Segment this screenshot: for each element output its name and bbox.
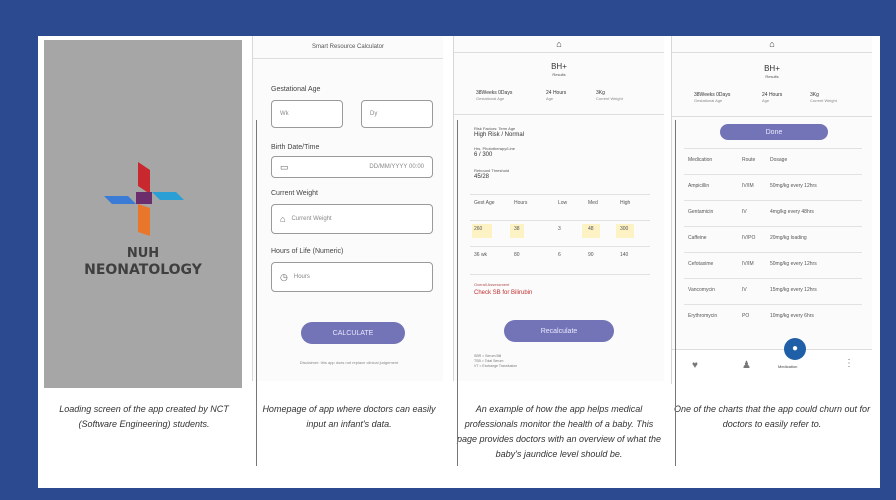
nuh-logo-icon xyxy=(104,162,184,236)
table-row: Erythromycin PO 10mg/kg every 6hrs xyxy=(684,304,862,327)
rebound-value: 45/28 xyxy=(474,174,490,180)
days-input[interactable]: Dy xyxy=(361,100,433,128)
home-icon[interactable]: ⌂ xyxy=(454,39,664,49)
loading-screen: NUH NEONATOLOGY xyxy=(44,40,242,388)
gestational-age-label: Gestational Age xyxy=(271,86,321,93)
calculator-screen: Smart Resource Calculator Gestational Ag… xyxy=(252,36,443,381)
person-icon[interactable]: ♟ xyxy=(742,360,751,371)
stat-age: 24 Hours Age xyxy=(546,90,567,101)
birth-date-field[interactable]: ▭ DD/MM/YYYY 00:00 xyxy=(271,156,433,178)
recalculate-button[interactable]: Recalculate xyxy=(504,320,614,342)
recommend-label: Overall Assessment xyxy=(474,282,510,287)
more-icon[interactable]: ⋮ xyxy=(844,358,854,369)
table-row: 260 38 3 48 300 xyxy=(470,220,650,239)
logo-line1: NUH xyxy=(126,246,160,261)
hours-placeholder: Hours xyxy=(293,274,310,280)
current-weight-placeholder: Current Weight xyxy=(291,216,332,222)
divider-line xyxy=(256,120,257,466)
caption-chart: One of the charts that the app could chu… xyxy=(673,404,871,429)
results-title: BH+ xyxy=(551,62,567,71)
recommend-value: Check SB for Bilirubin xyxy=(474,290,533,296)
calculate-button[interactable]: CALCULATE xyxy=(301,322,405,344)
threshold-table: Gest Age Hours Low Med High 260 38 3 48 … xyxy=(470,194,650,266)
calendar-icon: ▭ xyxy=(280,161,289,172)
risk-value: High Risk / Normal xyxy=(474,132,525,138)
birth-date-value: DD/MM/YYYY 00:00 xyxy=(369,164,424,170)
stat-weight: 3Kg Current Weight xyxy=(810,92,837,103)
done-button[interactable]: Done xyxy=(720,124,828,140)
current-weight-field[interactable]: ⌂ Current Weight xyxy=(271,204,433,234)
weeks-input[interactable]: Wk xyxy=(271,100,343,128)
stat-age: 24 Hours Age xyxy=(762,92,783,103)
weight-icon: ⌂ xyxy=(280,214,286,224)
table-row: Ampicillin IV/IM 50mg/kg every 12hrs xyxy=(684,174,862,197)
caption-homepage: Homepage of app where doctors can easily… xyxy=(262,404,436,429)
clock-icon: ◷ xyxy=(280,271,288,282)
photo-label: Hrs. Phototherapy/Line xyxy=(474,146,515,151)
hours-field[interactable]: ◷ Hours xyxy=(271,262,433,292)
stat-weight: 3Kg Current Weight xyxy=(596,90,623,101)
photo-value: 6 / 300 xyxy=(474,152,493,158)
results-title: BH+ xyxy=(764,64,780,73)
stat-ga: 38Weeks 0Days Gestational Age xyxy=(694,92,731,103)
current-weight-label: Current Weight xyxy=(271,190,318,197)
rebound-label: Rebound Threshold xyxy=(474,168,510,173)
medication-chart-screen: ⌂ BH+ Results 38Weeks 0Days Gestational … xyxy=(671,36,872,384)
screen-title: Smart Resource Calculator xyxy=(311,44,385,50)
disclaimer-text: Disclaimer: this app does not replace cl… xyxy=(299,360,399,365)
legend-list: SBR = Serum Bili TSB = Total Serum VT = … xyxy=(474,354,517,369)
content-frame: NUH NEONATOLOGY Smart Resource Calculato… xyxy=(38,36,880,488)
table-row: Cefotaxime IV/IM 50mg/kg every 12hrs xyxy=(684,252,862,275)
divider-line xyxy=(457,120,458,466)
stat-ga: 38Weeks 0Days Gestational Age xyxy=(476,90,513,101)
table-row: Gentamicin IV 4mg/kg every 48hrs xyxy=(684,200,862,223)
medication-table: Medication Route Dosage Ampicillin IV/IM… xyxy=(684,148,862,328)
results-screen: ⌂ BH+ Results 38Weeks 0Days Gestational … xyxy=(453,36,664,381)
results-subtitle: Results xyxy=(552,72,566,77)
hours-of-life-label: Hours of Life (Numeric) xyxy=(271,248,344,255)
divider-line xyxy=(675,120,676,466)
table-row: 36 wk 80 6 90 140 xyxy=(470,246,650,265)
home-icon[interactable]: ⌂ xyxy=(672,39,872,49)
risk-label: Risk Factors: Term Age xyxy=(474,126,516,131)
results-subtitle: Results xyxy=(765,74,779,79)
table-row: Vancomycin IV 15mg/kg every 12hrs xyxy=(684,278,862,301)
table-row: Caffeine IV/PO 20mg/kg loading xyxy=(684,226,862,249)
logo-line2: NEONATOLOGY xyxy=(84,262,202,278)
table-header-row: Gest Age Hours Low Med High xyxy=(470,194,650,213)
nav-label-medication: Medication xyxy=(778,364,798,369)
bottom-nav-bar: ♥ ♟ ● Medication ⋮ xyxy=(672,338,872,384)
heart-icon[interactable]: ♥ xyxy=(692,360,698,371)
caption-results: An example of how the app helps medical … xyxy=(456,404,662,459)
table-header-row: Medication Route Dosage xyxy=(684,148,862,171)
legend-item: VT = Exchange Transfusion xyxy=(474,364,518,368)
birth-date-label: Birth Date/Time xyxy=(271,144,320,151)
caption-loading: Loading screen of the app created by NCT… xyxy=(59,404,229,429)
drop-icon[interactable]: ● xyxy=(784,338,806,360)
